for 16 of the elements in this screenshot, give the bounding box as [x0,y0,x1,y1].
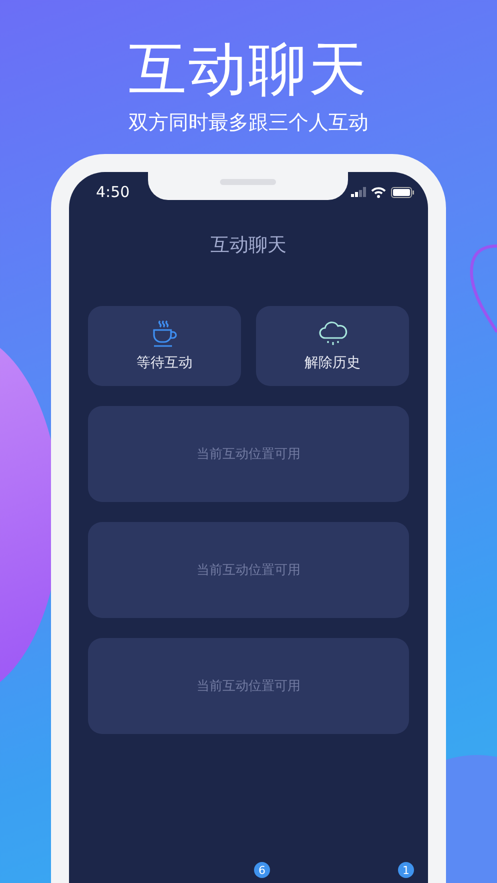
status-time: 4:50 [96,183,130,201]
wifi-icon [371,186,386,198]
promo-title: 互动聊天 [128,34,368,104]
slot-text: 当前互动位置可用 [196,562,300,579]
screen-title: 互动聊天 [210,233,286,258]
coffee-cup-icon [150,320,178,348]
slot-text: 当前互动位置可用 [196,446,300,463]
slot-text: 当前互动位置可用 [196,678,300,695]
rain-cloud-icon [318,320,348,348]
battery-icon [391,186,414,198]
signal-icon [351,187,366,197]
action-card[interactable]: 等待互动 [88,306,241,386]
action-card[interactable]: 解除历史 [256,306,409,386]
count-badge: 1 [398,862,414,878]
promo-subtitle: 双方同时最多跟三个人互动 [128,109,368,136]
count-badge: 6 [254,862,270,878]
